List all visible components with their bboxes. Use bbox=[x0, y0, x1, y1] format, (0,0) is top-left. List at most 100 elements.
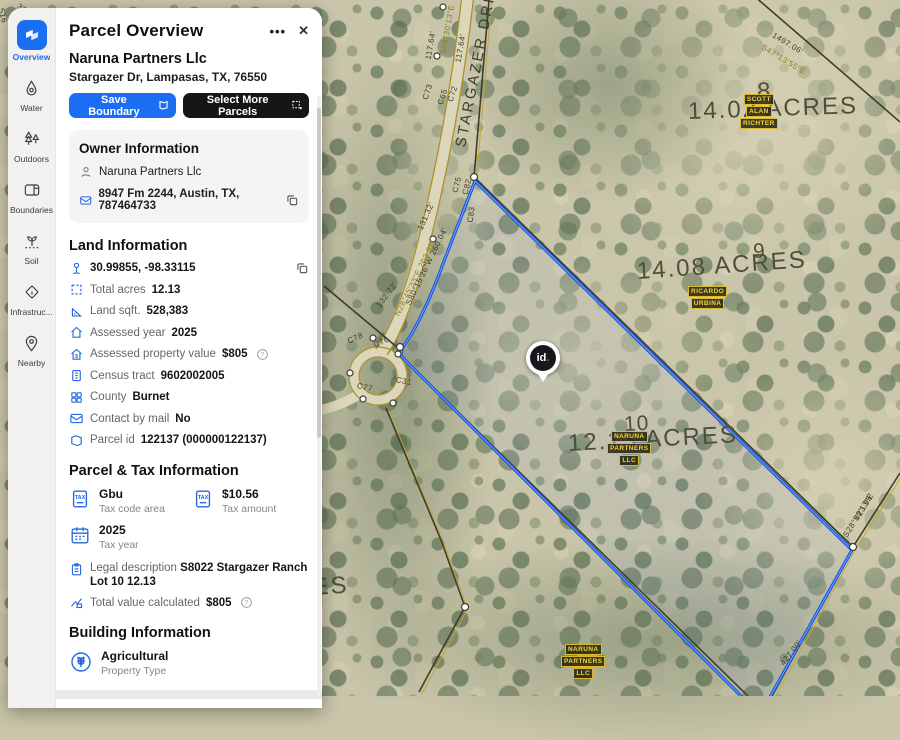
copy-icon[interactable] bbox=[295, 261, 309, 275]
panel-header: Parcel Overview ••• ✕ bbox=[69, 21, 309, 41]
owner-name-row: Naruna Partners Llc bbox=[79, 165, 299, 179]
badge-line: ALAN bbox=[746, 106, 772, 117]
tax-code-area-stat: TAX GbuTax code area bbox=[69, 488, 186, 515]
save-boundary-button[interactable]: Save Boundary bbox=[69, 93, 176, 118]
owner-badge: RICARDO URBINA bbox=[688, 286, 727, 309]
stat-label: Tax amount bbox=[222, 503, 276, 515]
pin-tail bbox=[536, 371, 550, 382]
help-icon[interactable]: ? bbox=[240, 596, 253, 609]
stat-value: 2025 bbox=[99, 524, 139, 537]
mail-icon bbox=[69, 411, 84, 426]
row-label: County bbox=[90, 391, 126, 403]
more-menu-icon[interactable]: ••• bbox=[269, 24, 286, 39]
id-logo: id bbox=[537, 352, 547, 364]
row-value: 12.13 bbox=[152, 284, 181, 296]
total-value-calculated-row: Total value calculated $805 ? bbox=[69, 595, 309, 610]
row-label: Parcel id bbox=[90, 434, 135, 446]
census-tract-row: Census tract 9602002005 bbox=[69, 368, 309, 383]
ruler-triangle-icon bbox=[69, 304, 84, 319]
owner-badge: NARUNA PARTNERS LLC bbox=[607, 431, 651, 466]
scrollbar-thumb[interactable] bbox=[317, 108, 321, 438]
stat-value: $10.56 bbox=[222, 488, 276, 501]
badge-line: PARTNERS bbox=[561, 656, 605, 667]
coordinates-row: 30.99855, -98.33115 bbox=[69, 261, 309, 276]
sidebar-item-overview[interactable]: Overview bbox=[8, 20, 55, 62]
clipboard-icon bbox=[69, 562, 84, 577]
svg-text:?: ? bbox=[244, 601, 248, 607]
sidebar-item-soil[interactable]: Soil bbox=[8, 228, 55, 266]
badge-line: LLC bbox=[573, 668, 593, 679]
stat-label: Tax year bbox=[99, 539, 139, 551]
close-icon[interactable]: ✕ bbox=[298, 23, 309, 39]
tax-year-stat: 2025 Tax year bbox=[69, 524, 186, 551]
road-branch bbox=[316, 394, 360, 411]
building-information-heading: Building Information bbox=[69, 625, 309, 641]
save-boundary-label: Save Boundary bbox=[75, 94, 153, 118]
sidebar-item-label: Boundaries bbox=[10, 206, 53, 215]
assessed-value-row: $ Assessed property value $805 ? bbox=[69, 347, 309, 362]
assessed-year-row: Assessed year 2025 bbox=[69, 325, 309, 340]
county-grid-icon bbox=[69, 390, 84, 405]
parcel-tax-heading: Parcel & Tax Information bbox=[69, 463, 309, 479]
row-label: Total value calculated bbox=[90, 597, 200, 609]
tax-document-icon: TAX bbox=[69, 488, 91, 510]
row-label: Total acres bbox=[90, 284, 146, 296]
land-information-heading: Land Information bbox=[69, 238, 309, 254]
mailing-address-row: 8947 Fm 2244, Austin, TX, 787464733 bbox=[79, 188, 299, 212]
select-parcels-icon bbox=[291, 99, 303, 112]
agriculture-wheat-icon bbox=[69, 650, 93, 674]
pin-drop-icon bbox=[69, 261, 84, 276]
owner-badge: SCOTT ALAN RICHTER bbox=[740, 94, 778, 129]
badge-line: URBINA bbox=[691, 298, 725, 309]
total-acres-row: Total acres 12.13 bbox=[69, 282, 309, 297]
row-value: No bbox=[175, 413, 190, 425]
sidebar-item-outdoors[interactable]: Outdoors bbox=[8, 126, 55, 164]
legal-description-row: Legal description S8022 Stargazer Ranch … bbox=[69, 561, 309, 589]
calendar-icon bbox=[69, 524, 91, 546]
pin-head: id. bbox=[526, 341, 560, 375]
row-value: $805 bbox=[206, 597, 232, 609]
row-value: $805 bbox=[222, 348, 248, 360]
parcel-shape-icon bbox=[69, 433, 84, 448]
boundaries-icon bbox=[19, 177, 45, 203]
sidebar-item-nearby[interactable]: Nearby bbox=[8, 330, 55, 368]
svg-text:$: $ bbox=[75, 353, 78, 359]
tax-document-icon: TAX bbox=[192, 488, 214, 510]
mailing-address: 8947 Fm 2244, Austin, TX, 787464733 bbox=[98, 188, 279, 212]
badge-line: PARTNERS bbox=[607, 443, 651, 454]
owner-info-heading: Owner Information bbox=[79, 141, 299, 156]
sidebar-item-infrastructure[interactable]: Infrastruc... bbox=[8, 279, 55, 317]
badge-line: NARUNA bbox=[611, 431, 648, 442]
land-sqft-row: Land sqft. 528,383 bbox=[69, 304, 309, 319]
row-label: Assessed property value bbox=[90, 348, 216, 360]
row-label: Assessed year bbox=[90, 327, 165, 339]
row-value: 2025 bbox=[171, 327, 197, 339]
parcel-id-row: Parcel id 122137 (000000122137) bbox=[69, 433, 309, 448]
overview-icon bbox=[17, 20, 47, 50]
badge-line: SCOTT bbox=[744, 94, 774, 105]
section-divider bbox=[56, 690, 322, 699]
stat-label: Property Type bbox=[101, 665, 168, 677]
owner-badge: NARUNA PARTNERS LLC bbox=[561, 644, 605, 679]
boundary-shape-icon bbox=[158, 99, 171, 112]
owner-information-card: Owner Information Naruna Partners Llc 89… bbox=[69, 130, 309, 223]
sidebar-item-label: Water bbox=[20, 104, 42, 113]
trees-icon bbox=[19, 126, 45, 152]
select-more-parcels-label: Select More Parcels bbox=[189, 94, 286, 118]
help-icon[interactable]: ? bbox=[256, 348, 269, 361]
soil-plant-icon bbox=[19, 228, 45, 254]
stat-value: Gbu bbox=[99, 488, 165, 501]
tax-amount-stat: TAX $10.56 Tax amount bbox=[192, 488, 309, 515]
infrastructure-icon bbox=[19, 279, 45, 305]
contact-by-mail-row: Contact by mail No bbox=[69, 411, 309, 426]
mail-icon bbox=[79, 193, 92, 208]
owner-name: Naruna Partners Llc bbox=[69, 51, 309, 67]
id-map-pin[interactable]: id. bbox=[526, 341, 560, 385]
select-more-parcels-button[interactable]: Select More Parcels bbox=[183, 93, 309, 118]
row-value: Burnet bbox=[132, 391, 169, 403]
sidebar-item-water[interactable]: Water bbox=[8, 75, 55, 113]
badge-line: RICARDO bbox=[688, 286, 727, 297]
copy-icon[interactable] bbox=[285, 193, 299, 207]
sidebar-item-boundaries[interactable]: Boundaries bbox=[8, 177, 55, 215]
row-label: Contact by mail bbox=[90, 413, 169, 425]
